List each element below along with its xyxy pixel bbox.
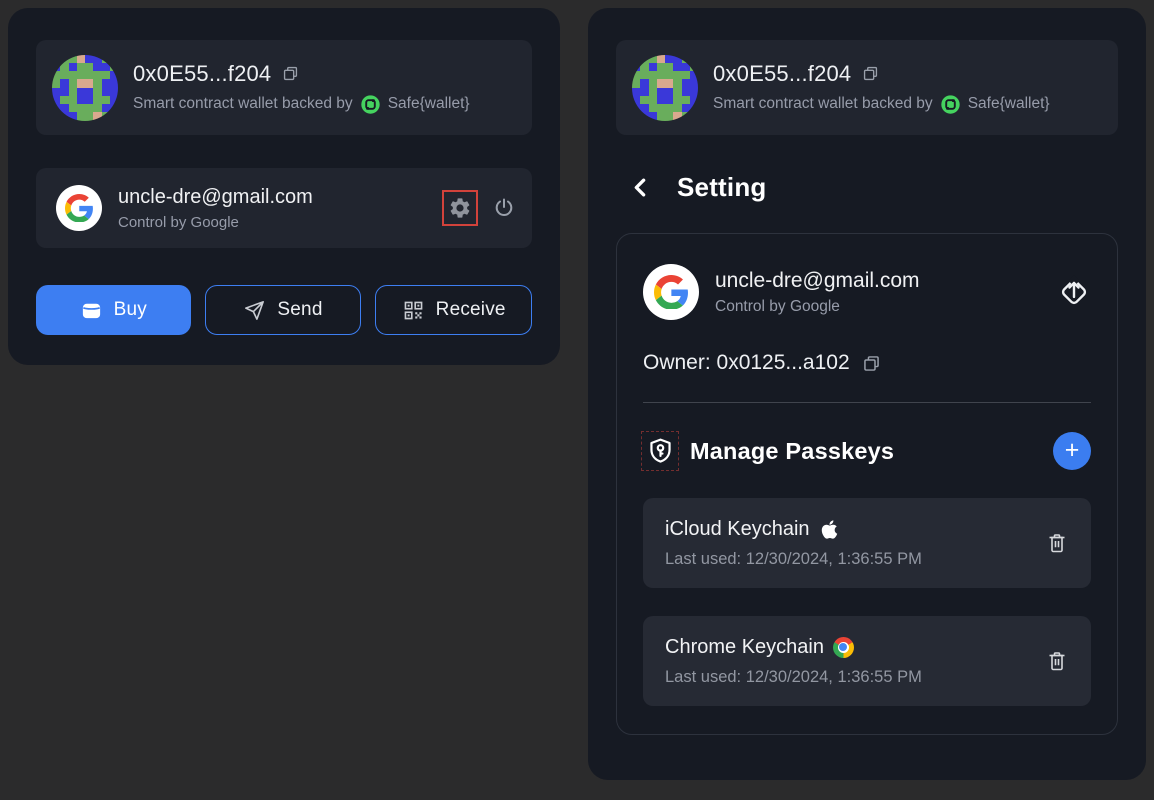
settings-button[interactable] [448,196,472,220]
wallet-info: 0x0E55...f204 Smart contract wallet back… [133,61,470,115]
qr-code-icon [402,299,425,322]
wallet-info: 0x0E55...f204 Smart contract wallet back… [713,61,1050,115]
wallet-address-card: 0x0E55...f204 Smart contract wallet back… [36,40,532,135]
account-provider: Control by Google [715,298,920,316]
export-button[interactable] [1057,275,1091,309]
delete-passkey-button[interactable] [1045,531,1069,555]
owner-row: Owner: 0x0125...a102 [643,351,1091,375]
wallet-home-panel: 0x0E55...f204 Smart contract wallet back… [8,8,560,365]
passkey-last-used: Last used: 12/30/2024, 1:36:55 PM [665,668,922,687]
account-row: uncle-dre@gmail.com Control by Google [643,264,1091,320]
plus-icon: + [1065,438,1080,463]
passkey-shield-icon [643,433,677,469]
passkey-item: Chrome Keychain Last used: 12/30/2024, 1:… [643,616,1091,706]
annotation-highlight [442,190,478,226]
account-info: uncle-dre@gmail.com Control by Google [715,269,920,316]
passkey-info: iCloud Keychain Last used: 12/30/2024, 1:… [665,518,922,569]
buy-button[interactable]: Buy [36,285,191,335]
wallet-backed-by-brand: Safe{wallet} [388,95,470,113]
page-title: Setting [677,172,767,203]
passkeys-title: Manage Passkeys [690,438,894,465]
copy-icon [861,64,880,83]
account-email: uncle-dre@gmail.com [715,269,920,293]
account-card: uncle-dre@gmail.com Control by Google [36,168,532,248]
wallet-avatar [52,55,118,121]
wallet-avatar [632,55,698,121]
account-email: uncle-dre@gmail.com [118,186,313,209]
account-provider: Control by Google [118,214,313,231]
settings-header: Setting [628,172,1118,203]
owner-address: Owner: 0x0125...a102 [643,351,850,375]
export-icon [1057,275,1091,309]
google-icon [643,264,699,320]
back-button[interactable] [628,175,653,200]
chevron-left-icon [628,175,653,200]
wallet-icon [80,299,103,322]
passkey-last-used: Last used: 12/30/2024, 1:36:55 PM [665,550,922,569]
trash-icon [1045,649,1069,673]
wallet-address: 0x0E55...f204 [713,61,851,87]
copy-icon [861,353,882,374]
wallet-backed-by-brand: Safe{wallet} [968,95,1050,113]
passkey-name: iCloud Keychain [665,518,922,541]
settings-panel: 0x0E55...f204 Smart contract wallet back… [588,8,1146,780]
wallet-app: 0x0E55...f204 Smart contract wallet back… [0,0,1154,800]
wallet-subtitle: Smart contract wallet backed by [713,95,933,113]
divider [643,402,1091,403]
account-info: uncle-dre@gmail.com Control by Google [118,186,313,231]
gear-icon [448,196,472,220]
safe-wallet-icon [940,94,961,115]
wallet-subtitle: Smart contract wallet backed by [133,95,353,113]
copy-address-button[interactable] [281,64,300,83]
passkey-item: iCloud Keychain Last used: 12/30/2024, 1:… [643,498,1091,588]
chrome-icon [833,637,854,658]
wallet-actions: Buy Send Receiv [36,285,532,335]
trash-icon [1045,531,1069,555]
copy-address-button[interactable] [861,64,880,83]
settings-card: uncle-dre@gmail.com Control by Google Ow… [616,233,1118,735]
copy-icon [281,64,300,83]
apple-icon [819,519,840,540]
add-passkey-button[interactable]: + [1053,432,1091,470]
safe-wallet-icon [360,94,381,115]
send-icon [243,299,266,322]
passkey-name: Chrome Keychain [665,636,922,659]
wallet-address-card: 0x0E55...f204 Smart contract wallet back… [616,40,1118,135]
wallet-address: 0x0E55...f204 [133,61,271,87]
receive-button[interactable]: Receive [375,285,532,335]
google-icon [56,185,102,231]
power-icon [492,196,516,220]
logout-button[interactable] [492,196,516,220]
delete-passkey-button[interactable] [1045,649,1069,673]
copy-owner-button[interactable] [861,353,882,374]
passkey-list: iCloud Keychain Last used: 12/30/2024, 1:… [643,498,1091,706]
send-button[interactable]: Send [205,285,362,335]
passkey-info: Chrome Keychain Last used: 12/30/2024, 1:… [665,636,922,687]
passkeys-header: Manage Passkeys + [643,432,1091,470]
